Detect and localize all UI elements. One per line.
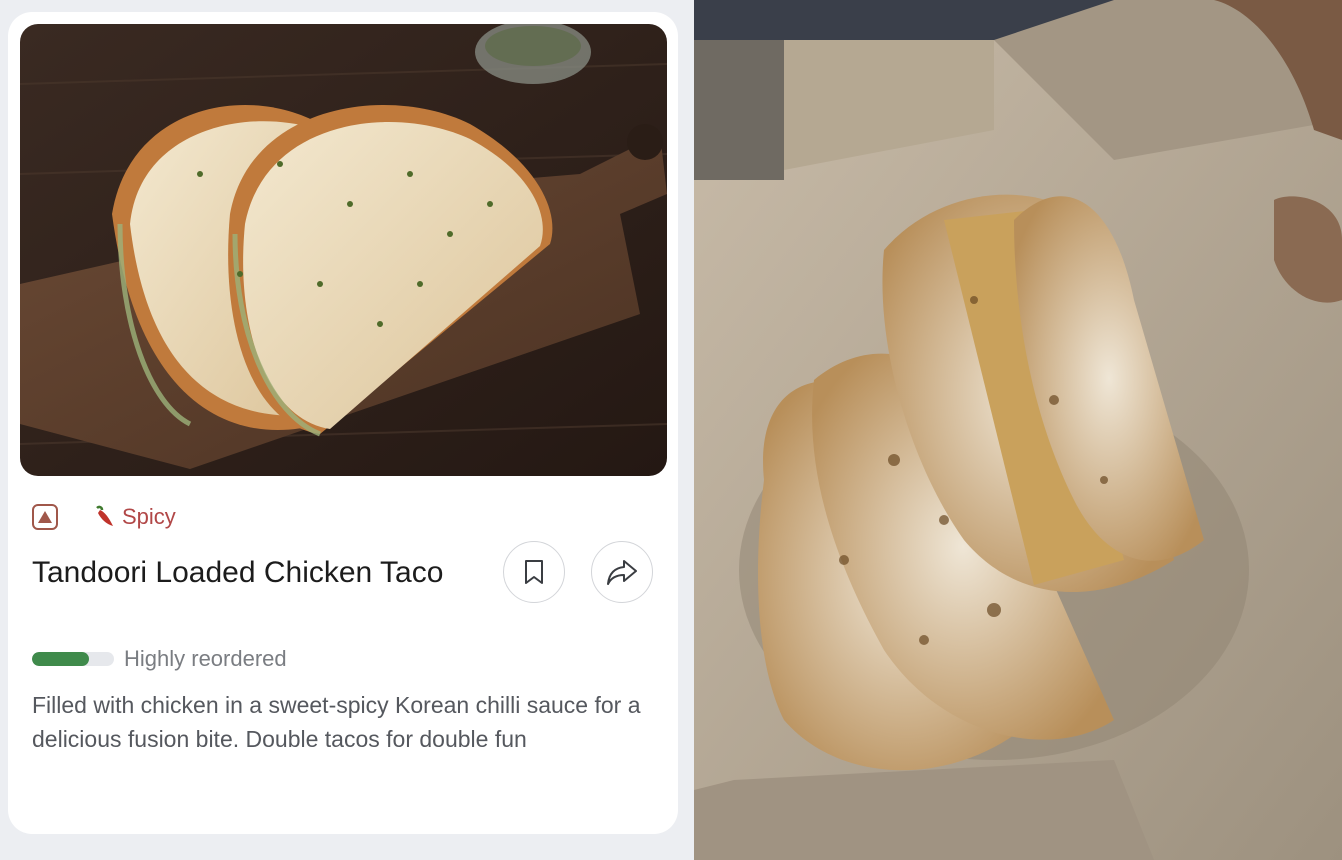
nonveg-triangle-icon xyxy=(32,504,58,530)
menu-item-photo xyxy=(20,24,667,476)
bookmark-button[interactable] xyxy=(503,541,565,603)
menu-item-card[interactable]: Spicy Tandoori Loaded Chicken Taco Highl… xyxy=(8,12,678,834)
delivered-food-photo xyxy=(694,0,1342,860)
spicy-label: Spicy xyxy=(122,504,176,529)
chilli-icon xyxy=(92,504,116,530)
reorder-level-bar xyxy=(32,652,114,666)
bookmark-icon xyxy=(525,560,543,584)
item-title: Tandoori Loaded Chicken Taco xyxy=(32,556,444,589)
menu-item-panel: Spicy Tandoori Loaded Chicken Taco Highl… xyxy=(0,0,694,860)
reorder-indicator: Highly reordered xyxy=(32,646,287,672)
share-button[interactable] xyxy=(591,541,653,603)
item-tags: Spicy xyxy=(32,502,176,532)
share-icon xyxy=(607,560,637,585)
reorder-level-fill xyxy=(32,652,90,666)
item-description: Filled with chicken in a sweet-spicy Kor… xyxy=(32,692,641,752)
reorder-label: Highly reordered xyxy=(124,646,287,671)
